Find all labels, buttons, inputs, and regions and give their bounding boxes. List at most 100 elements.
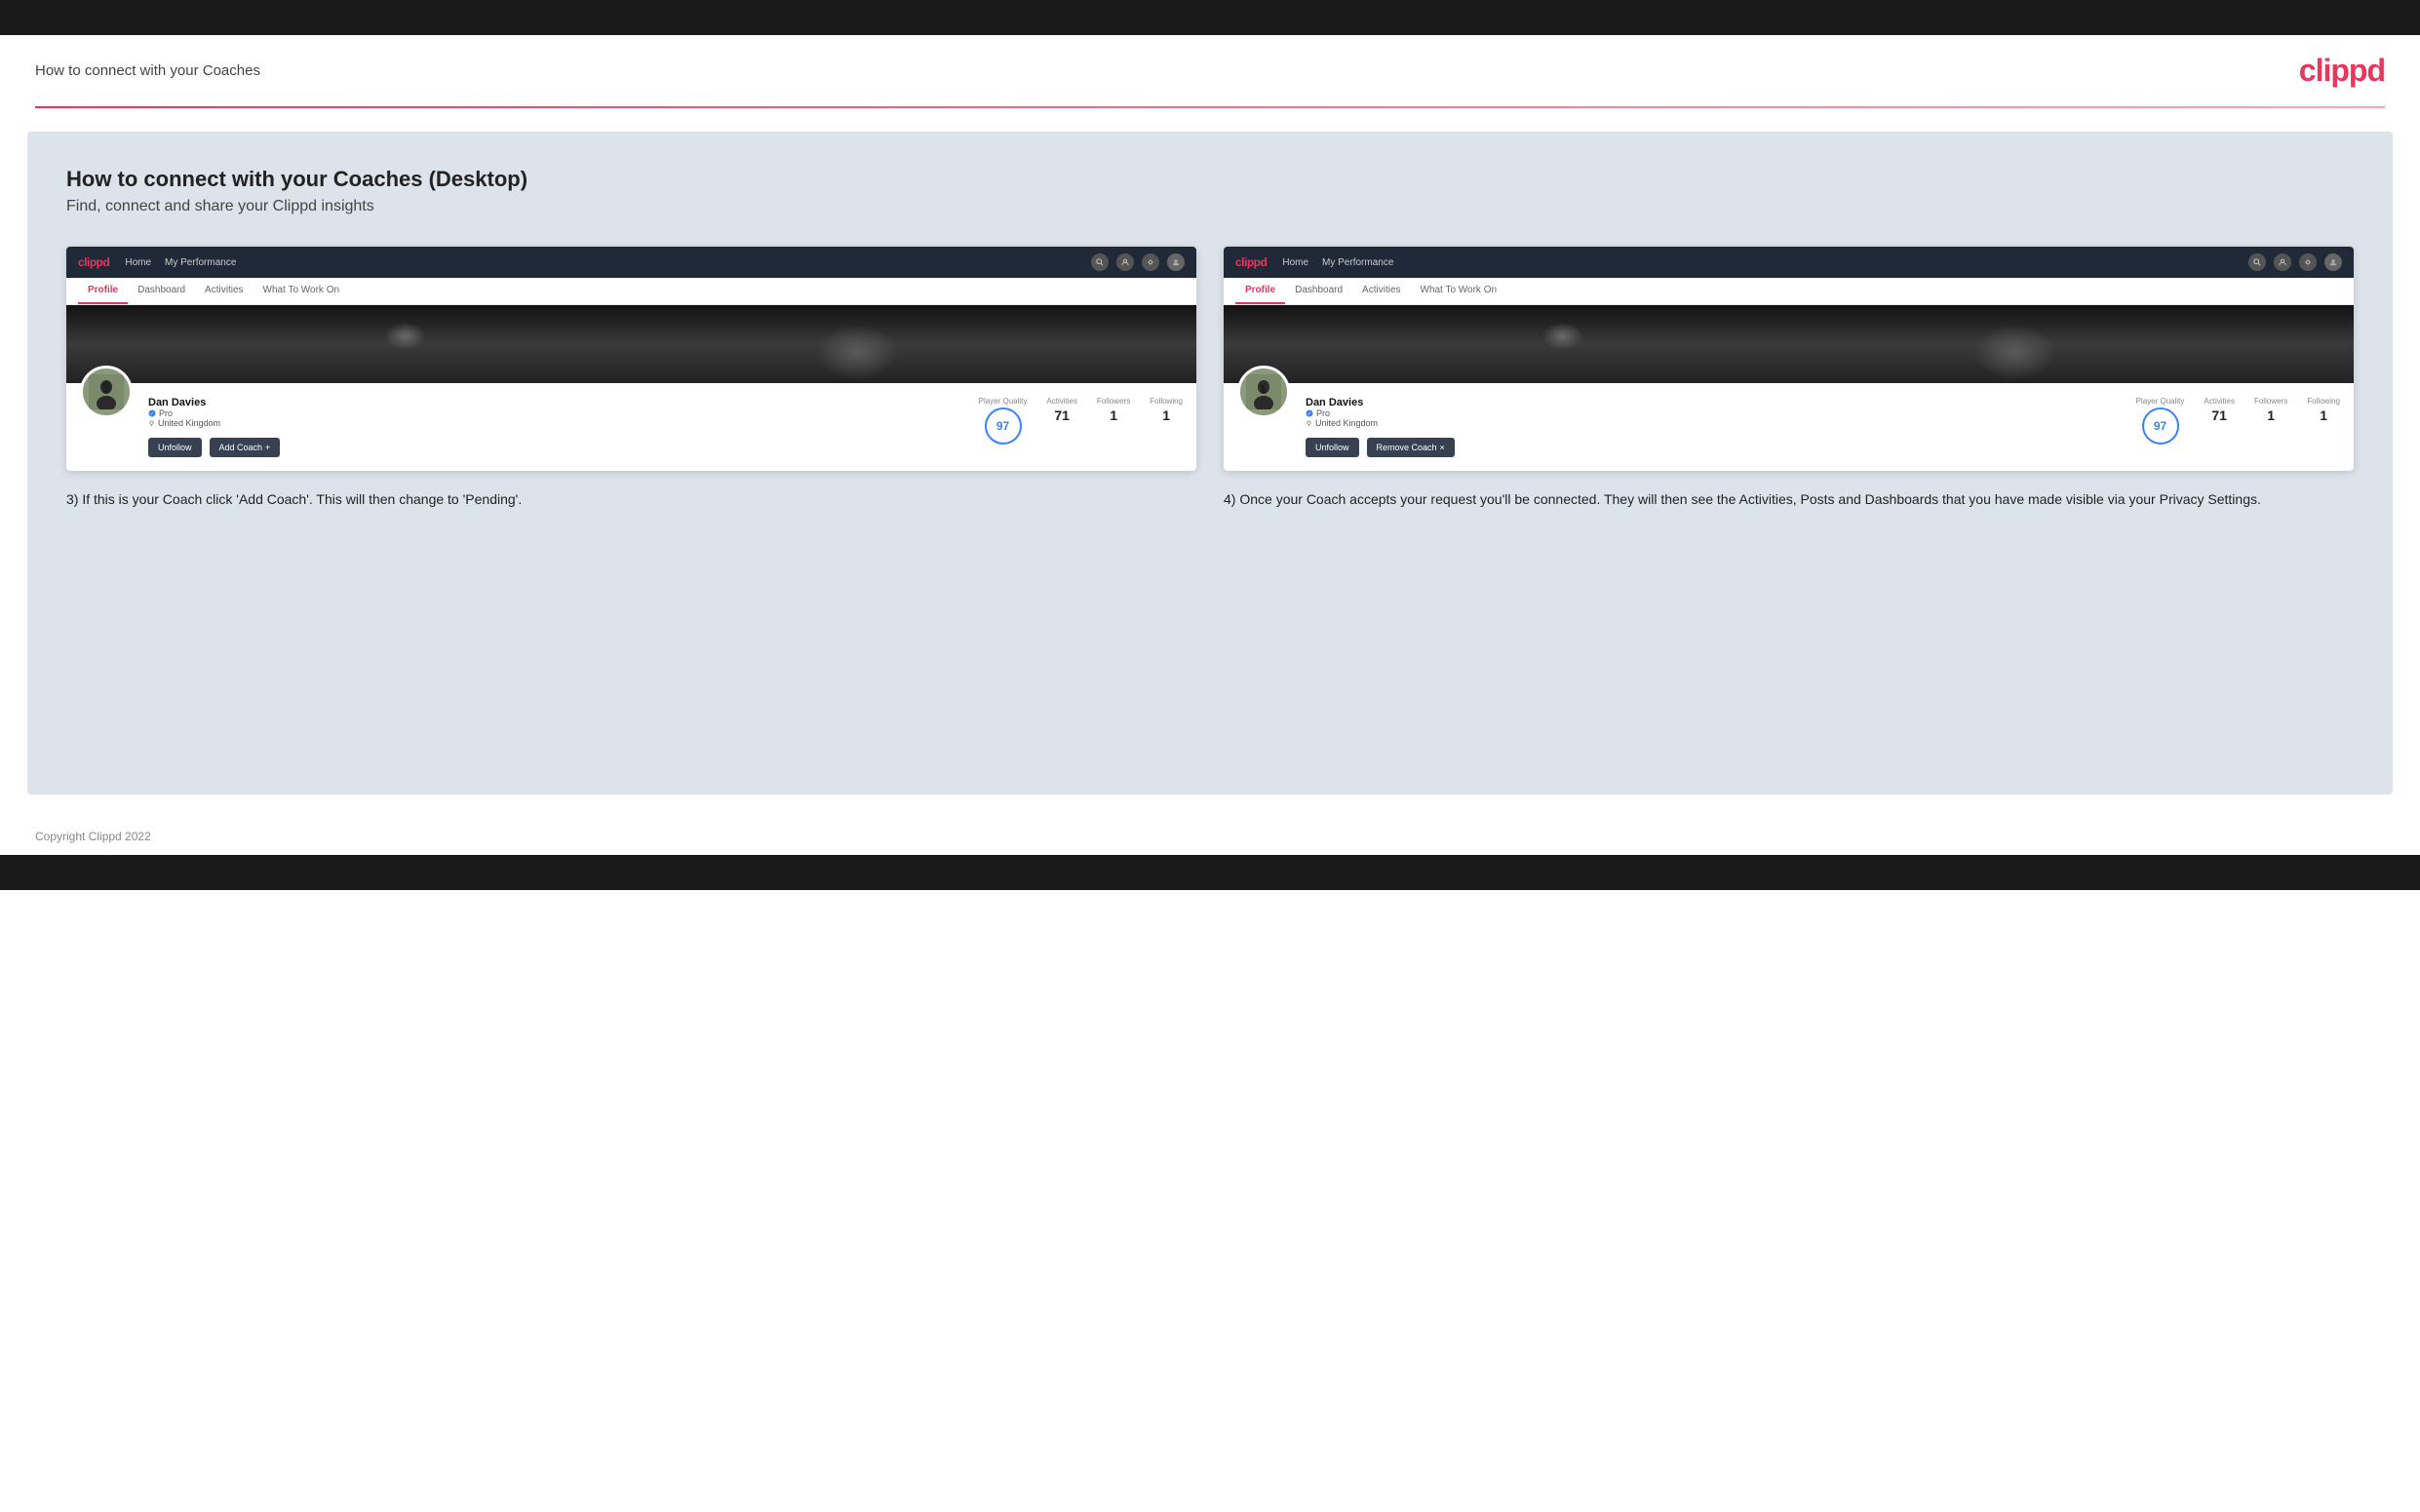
left-nav-icons	[1091, 253, 1185, 271]
right-tab-profile[interactable]: Profile	[1235, 278, 1285, 304]
right-user-role: ✓ Pro	[1306, 408, 2121, 418]
left-settings-icon[interactable]	[1142, 253, 1159, 271]
left-followers-value: 1	[1110, 407, 1117, 423]
right-nav-links: Home My Performance	[1282, 257, 2233, 268]
left-mock-tabs: Profile Dashboard Activities What To Wor…	[66, 278, 1196, 305]
left-tab-what-to-work-on[interactable]: What To Work On	[254, 278, 350, 304]
left-tab-profile[interactable]: Profile	[78, 278, 128, 304]
left-mock-stats: Player Quality 97 Activities 71 Follower…	[979, 393, 1183, 445]
right-profile-info: Dan Davies ✓ Pro United Kingdom Unfollow	[1224, 383, 2354, 471]
section-title: How to connect with your Coaches (Deskto…	[66, 167, 2354, 192]
svg-text:✓: ✓	[1308, 411, 1311, 417]
left-description: 3) If this is your Coach click 'Add Coac…	[66, 488, 1196, 510]
left-mock-browser: clippd Home My Performance	[66, 247, 1196, 471]
left-user-icon[interactable]	[1116, 253, 1134, 271]
left-stat-followers: Followers 1	[1097, 397, 1130, 445]
left-nav-my-performance: My Performance	[165, 257, 236, 268]
right-avatar-wrap	[1237, 366, 1290, 418]
right-quality-label: Player Quality	[2136, 397, 2185, 406]
left-tab-dashboard[interactable]: Dashboard	[128, 278, 195, 304]
top-bar	[0, 0, 2420, 35]
right-avatar-icon[interactable]	[2324, 253, 2342, 271]
right-stat-followers: Followers 1	[2254, 397, 2287, 445]
left-stat-activities: Activities 71	[1046, 397, 1077, 445]
right-stat-quality: Player Quality 97	[2136, 397, 2185, 445]
right-user-location: United Kingdom	[1306, 418, 2121, 428]
right-tab-activities[interactable]: Activities	[1352, 278, 1410, 304]
copyright-text: Copyright Clippd 2022	[35, 830, 151, 843]
right-followers-label: Followers	[2254, 397, 2287, 406]
right-nav-icons	[2248, 253, 2342, 271]
right-mock-tabs: Profile Dashboard Activities What To Wor…	[1224, 278, 2354, 305]
right-action-buttons: Unfollow Remove Coach ×	[1306, 438, 2121, 457]
right-unfollow-button[interactable]: Unfollow	[1306, 438, 1359, 457]
left-followers-label: Followers	[1097, 397, 1130, 406]
left-following-label: Following	[1150, 397, 1183, 406]
right-followers-value: 1	[2267, 407, 2275, 423]
right-following-label: Following	[2307, 397, 2340, 406]
left-banner-image	[66, 305, 1196, 383]
right-nav-home: Home	[1282, 257, 1308, 268]
left-activities-value: 71	[1054, 407, 1070, 423]
right-quality-circle: 97	[2142, 407, 2179, 445]
left-stat-following: Following 1	[1150, 397, 1183, 445]
left-profile-banner	[66, 305, 1196, 383]
close-icon: ×	[1440, 443, 1445, 452]
footer: Copyright Clippd 2022	[0, 818, 2420, 855]
left-user-location: United Kingdom	[148, 418, 963, 428]
right-mock-navbar: clippd Home My Performance	[1224, 247, 2354, 278]
left-user-name: Dan Davies	[148, 397, 963, 408]
left-unfollow-button[interactable]: Unfollow	[148, 438, 202, 457]
right-nav-logo: clippd	[1235, 255, 1267, 269]
main-content: How to connect with your Coaches (Deskto…	[27, 132, 2393, 795]
left-activities-label: Activities	[1046, 397, 1077, 406]
left-column: clippd Home My Performance	[66, 247, 1196, 510]
left-following-value: 1	[1162, 407, 1170, 423]
page-title: How to connect with your Coaches	[35, 62, 260, 79]
right-profile-banner	[1224, 305, 2354, 383]
right-user-icon[interactable]	[2274, 253, 2291, 271]
header-divider	[35, 106, 2385, 108]
right-avatar	[1237, 366, 1290, 418]
left-user-role: ✓ Pro	[148, 408, 963, 418]
left-tab-activities[interactable]: Activities	[195, 278, 253, 304]
right-activities-label: Activities	[2204, 397, 2235, 406]
left-mock-navbar: clippd Home My Performance	[66, 247, 1196, 278]
left-action-buttons: Unfollow Add Coach +	[148, 438, 963, 457]
left-nav-links: Home My Performance	[125, 257, 1075, 268]
left-profile-info: Dan Davies ✓ Pro United Kingdom Unfollow	[66, 383, 1196, 471]
right-description: 4) Once your Coach accepts your request …	[1224, 488, 2354, 510]
left-add-coach-button[interactable]: Add Coach +	[210, 438, 281, 457]
left-quality-circle: 97	[985, 407, 1022, 445]
right-tab-what-to-work-on[interactable]: What To Work On	[1411, 278, 1507, 304]
right-mock-browser: clippd Home My Performance	[1224, 247, 2354, 471]
right-banner-image	[1224, 305, 2354, 383]
header: How to connect with your Coaches clippd	[0, 35, 2420, 106]
left-nav-logo: clippd	[78, 255, 109, 269]
right-column: clippd Home My Performance	[1224, 247, 2354, 510]
right-nav-my-performance: My Performance	[1322, 257, 1393, 268]
right-following-value: 1	[2320, 407, 2327, 423]
left-quality-label: Player Quality	[979, 397, 1028, 406]
left-stat-quality: Player Quality 97	[979, 397, 1028, 445]
left-user-info: Dan Davies ✓ Pro United Kingdom Unfollow	[148, 393, 963, 457]
bottom-bar	[0, 855, 2420, 890]
right-activities-value: 71	[2211, 407, 2227, 423]
right-mock-stats: Player Quality 97 Activities 71 Follower…	[2136, 393, 2340, 445]
section-subtitle: Find, connect and share your Clippd insi…	[66, 198, 2354, 215]
left-search-icon[interactable]	[1091, 253, 1109, 271]
right-user-info: Dan Davies ✓ Pro United Kingdom Unfollow	[1306, 393, 2121, 457]
right-remove-coach-button[interactable]: Remove Coach ×	[1367, 438, 1455, 457]
right-tab-dashboard[interactable]: Dashboard	[1285, 278, 1352, 304]
right-settings-icon[interactable]	[2299, 253, 2317, 271]
right-stat-activities: Activities 71	[2204, 397, 2235, 445]
right-search-icon[interactable]	[2248, 253, 2266, 271]
two-column-layout: clippd Home My Performance	[66, 247, 2354, 510]
left-nav-home: Home	[125, 257, 151, 268]
left-avatar-icon[interactable]	[1167, 253, 1185, 271]
svg-text:✓: ✓	[150, 411, 154, 417]
right-stat-following: Following 1	[2307, 397, 2340, 445]
left-avatar	[80, 366, 133, 418]
plus-icon: +	[265, 443, 270, 452]
left-avatar-wrap	[80, 366, 133, 418]
